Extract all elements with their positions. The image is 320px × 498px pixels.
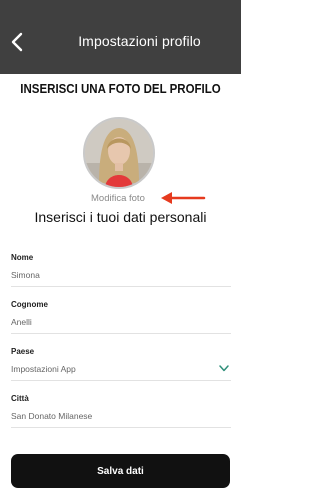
paese-select[interactable]: Impostazioni App (11, 363, 231, 381)
modify-photo-link[interactable]: Modifica foto (91, 193, 145, 204)
field-label: Città (11, 394, 29, 403)
arrow-left-icon (161, 192, 206, 204)
field-label: Cognome (11, 300, 48, 309)
field-label: Nome (11, 253, 34, 262)
field-label: Paese (11, 347, 35, 356)
paese-selected-value: Impostazioni App (11, 364, 76, 374)
field-cognome: Cognome Anelli (11, 300, 231, 334)
cognome-input[interactable]: Anelli (11, 316, 231, 334)
profile-avatar[interactable] (83, 117, 155, 189)
save-button[interactable]: Salva dati (11, 454, 230, 488)
photo-section-title: INSERISCI UNA FOTO DEL PROFILO (20, 82, 221, 96)
page-title: Impostazioni profilo (78, 33, 201, 49)
field-citta: Città San Donato Milanese (11, 394, 231, 428)
field-nome: Nome Simona (11, 253, 231, 287)
chevron-down-icon (219, 365, 229, 372)
app-header: Impostazioni profilo (0, 0, 241, 74)
field-paese: Paese Impostazioni App (11, 347, 231, 381)
personal-data-title: Inserisci i tuoi dati personali (34, 209, 207, 225)
citta-input[interactable]: San Donato Milanese (11, 410, 231, 428)
nome-input[interactable]: Simona (11, 269, 231, 287)
profile-photo (85, 119, 153, 187)
